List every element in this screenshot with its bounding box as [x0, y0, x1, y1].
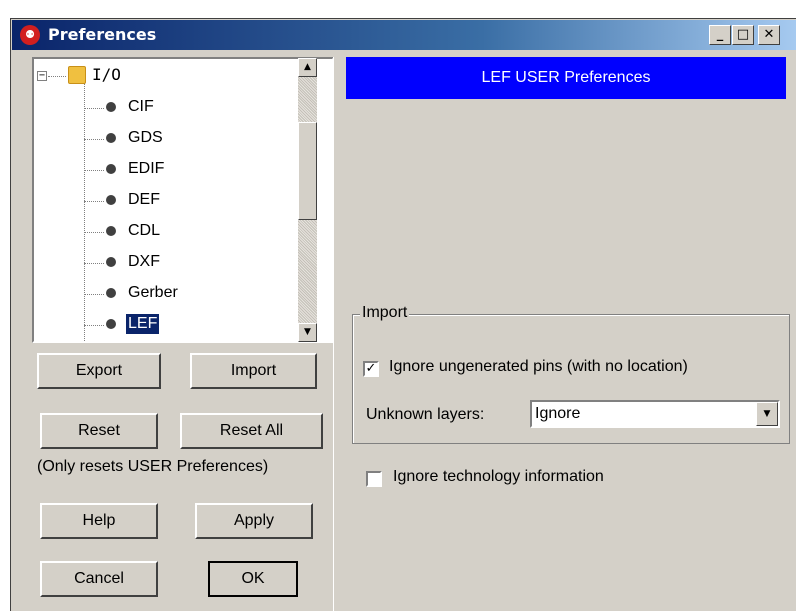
tree-dots [84, 232, 104, 233]
unknown-layers-value: Ignore [535, 405, 581, 422]
reset-all-button[interactable]: Reset All [180, 413, 323, 449]
export-button[interactable]: Export [37, 353, 161, 389]
panel-splitter[interactable] [333, 57, 344, 611]
tree-item-label: DXF [128, 253, 160, 270]
collapse-icon[interactable]: − [37, 71, 47, 81]
app-logo-icon: ⚉ [20, 25, 40, 45]
cancel-button[interactable]: Cancel [40, 561, 158, 597]
tree-item-label: Gerber [128, 284, 178, 301]
unknown-layers-select[interactable]: Ignore ▼ [530, 400, 780, 428]
tree-item-gds[interactable]: GDS [34, 126, 294, 152]
bullet-icon [106, 288, 116, 298]
bullet-icon [106, 164, 116, 174]
apply-button[interactable]: Apply [195, 503, 313, 539]
close-button[interactable]: ✕ [758, 25, 780, 45]
tree-item-label: DEF [128, 191, 160, 208]
reset-note: (Only resets USER Preferences) [37, 458, 269, 475]
ignore-pins-checkbox[interactable]: ✓ [363, 361, 379, 377]
title-bar[interactable]: ⚉ Preferences _ □ ✕ [12, 20, 796, 50]
tree-dots [84, 201, 104, 202]
minimize-button[interactable]: _ [709, 25, 731, 45]
bullet-icon [106, 195, 116, 205]
tree-scrollbar[interactable]: ▲ ▼ [298, 58, 317, 342]
tree-item-cif[interactable]: CIF [34, 95, 294, 121]
tree-dots [48, 76, 66, 77]
reset-button[interactable]: Reset [40, 413, 158, 449]
scroll-up-button[interactable]: ▲ [298, 58, 317, 77]
bullet-icon [106, 226, 116, 236]
tree-dots [84, 170, 104, 171]
ignore-technology-checkbox[interactable] [366, 471, 382, 487]
bullet-icon [106, 257, 116, 267]
import-button[interactable]: Import [190, 353, 317, 389]
tree-item-label: EDIF [128, 160, 165, 177]
tree-dots [84, 263, 104, 264]
tree-folder-label: I/O [92, 65, 121, 84]
tree-item-dxf[interactable]: DXF [34, 250, 294, 276]
tree-dots [84, 294, 104, 295]
bullet-icon [106, 319, 116, 329]
tree-item-label-selected: LEF [126, 314, 160, 334]
ignore-technology-label: Ignore technology information [393, 468, 604, 485]
tree-item-label: CIF [128, 98, 154, 115]
help-button[interactable]: Help [40, 503, 158, 539]
tree-dots [84, 325, 104, 326]
tree-item-label: GDS [128, 129, 163, 146]
window-title: Preferences [48, 25, 157, 44]
tree-dots [84, 139, 104, 140]
import-group-legend: Import [360, 304, 410, 322]
scroll-thumb[interactable] [298, 122, 317, 220]
bullet-icon [106, 133, 116, 143]
unknown-layers-label: Unknown layers: [366, 406, 485, 423]
preferences-tree[interactable]: − I/O CIF GDS EDIF DEF CDL DXF Gerber LE… [32, 57, 334, 343]
maximize-button[interactable]: □ [732, 25, 754, 45]
scroll-down-button[interactable]: ▼ [298, 323, 317, 342]
ignore-pins-label: Ignore ungenerated pins (with no locatio… [389, 358, 688, 375]
tree-item-def[interactable]: DEF [34, 188, 294, 214]
ok-button[interactable]: OK [208, 561, 298, 597]
tree-item-cdl[interactable]: CDL [34, 219, 294, 245]
panel-header: LEF USER Preferences [346, 57, 786, 99]
tree-item-edif[interactable]: EDIF [34, 157, 294, 183]
tree-item-label: CDL [128, 222, 161, 239]
tree-folder-io[interactable]: − I/O [34, 63, 294, 89]
tree-dots [84, 108, 104, 109]
chevron-down-icon[interactable]: ▼ [756, 402, 778, 426]
tree-item-gerber[interactable]: Gerber [34, 281, 294, 307]
bullet-icon [106, 102, 116, 112]
tree-item-lef[interactable]: LEF [34, 312, 294, 338]
folder-icon [68, 66, 86, 84]
